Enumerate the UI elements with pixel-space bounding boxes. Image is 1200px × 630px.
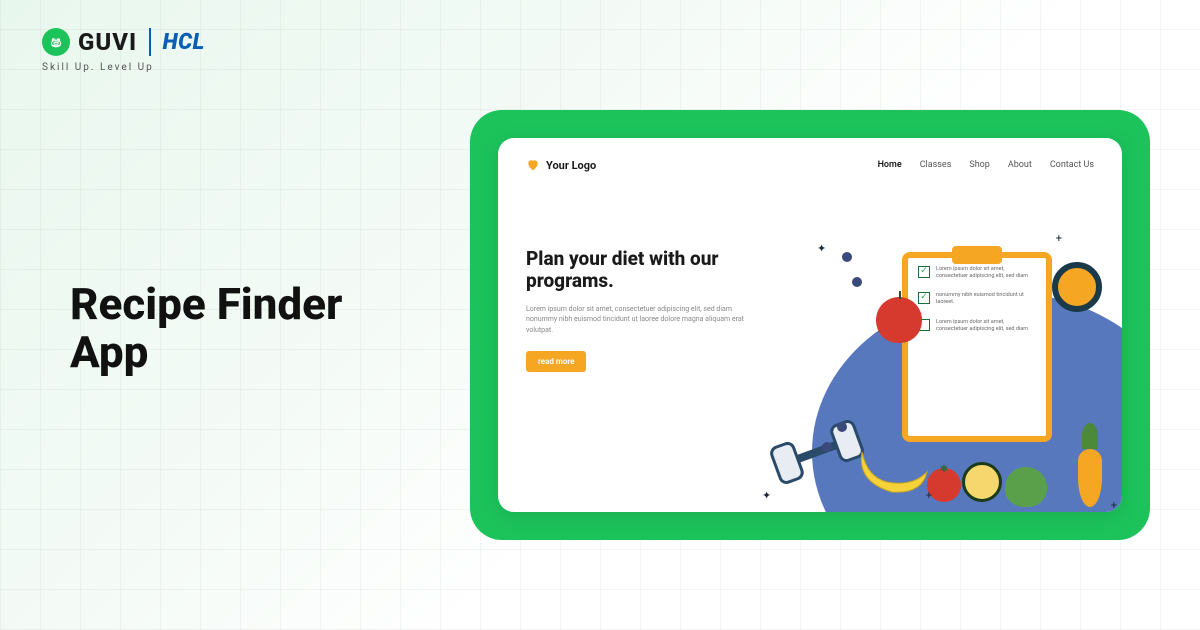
- website-mockup: Your Logo Home Classes Shop About Contac…: [498, 138, 1122, 512]
- carrot-icon: [1078, 427, 1102, 507]
- checklist-text-3: Lorem ipsum dolor sit amet, consectetuer…: [936, 319, 1036, 333]
- guvi-text: GUVI: [78, 28, 137, 56]
- checklist-text-2: nonummy nibh euismod tincidunt ut laoree…: [936, 292, 1036, 306]
- blueberry-icon: [837, 422, 847, 432]
- blueberry-icon: [842, 252, 852, 262]
- hcl-logo-text: HCL: [163, 30, 205, 55]
- hero-body: Lorem ipsum dolor sit amet, consectetuer…: [526, 304, 746, 336]
- sparkle-icon: +: [926, 489, 932, 502]
- lettuce-icon: [1005, 467, 1047, 507]
- check-icon: ✓: [918, 292, 930, 304]
- read-more-button[interactable]: read more: [526, 351, 586, 372]
- page-title: Recipe Finder App: [70, 280, 342, 377]
- brand-divider: [149, 28, 151, 56]
- guvi-logo: ෂ GUVI: [42, 28, 137, 56]
- nav-shop[interactable]: Shop: [969, 160, 990, 170]
- clipboard-icon: ✓ Lorem ipsum dolor sit amet, consectetu…: [902, 252, 1052, 442]
- blueberry-icon: [822, 442, 832, 452]
- preview-card: Your Logo Home Classes Shop About Contac…: [470, 110, 1150, 540]
- title-line-1: Recipe Finder: [70, 280, 342, 328]
- illustration: ✓ Lorem ipsum dolor sit amet, consectetu…: [752, 222, 1122, 512]
- mockup-hero: Plan your diet with our programs. Lorem …: [526, 248, 746, 372]
- checklist-item-2: ✓ nonummy nibh euismod tincidunt ut laor…: [908, 284, 1046, 310]
- apple-icon: [876, 297, 922, 343]
- checklist-text-1: Lorem ipsum dolor sit amet, consectetuer…: [936, 266, 1036, 280]
- nav-home[interactable]: Home: [878, 160, 902, 170]
- mockup-nav: Home Classes Shop About Contact Us: [878, 160, 1094, 170]
- nav-classes[interactable]: Classes: [920, 160, 952, 170]
- tomato-icon: [927, 468, 961, 502]
- nav-contact[interactable]: Contact Us: [1050, 160, 1094, 170]
- check-icon: ✓: [918, 266, 930, 278]
- guvi-icon: ෂ: [42, 28, 70, 56]
- blueberry-icon: [852, 277, 862, 287]
- bowl-icon: [1052, 262, 1102, 312]
- checklist-item-3: Lorem ipsum dolor sit amet, consectetuer…: [908, 311, 1046, 337]
- sparkle-icon: ✦: [762, 489, 771, 502]
- clipboard-clip: [952, 246, 1002, 264]
- banana-icon: [852, 442, 932, 497]
- title-line-2: App: [70, 328, 342, 376]
- tagline: Skill Up. Level Up: [42, 62, 154, 73]
- brand-header: ෂ GUVI HCL: [42, 28, 205, 56]
- measuring-tape-icon: [962, 462, 1002, 502]
- hero-heading: Plan your diet with our programs.: [526, 248, 746, 292]
- sparkle-icon: +: [1056, 232, 1062, 245]
- heart-icon: [526, 158, 540, 172]
- nav-about[interactable]: About: [1008, 160, 1032, 170]
- sparkle-icon: ✦: [817, 242, 826, 255]
- mockup-header: Your Logo Home Classes Shop About Contac…: [498, 158, 1122, 172]
- sparkle-icon: +: [1111, 499, 1117, 512]
- mockup-logo-text: Your Logo: [546, 159, 596, 172]
- mockup-logo: Your Logo: [526, 158, 596, 172]
